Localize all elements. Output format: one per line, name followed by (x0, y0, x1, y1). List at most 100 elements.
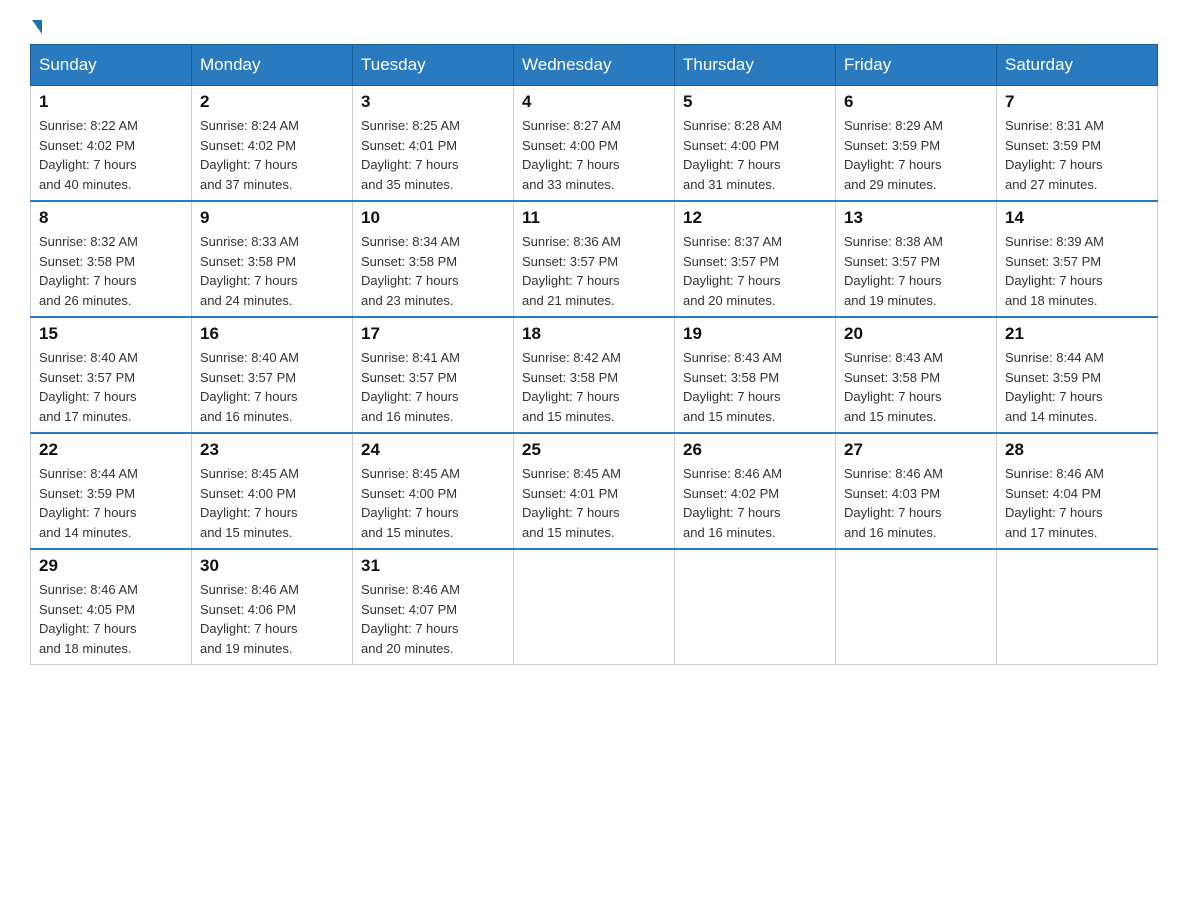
calendar-week-row: 1Sunrise: 8:22 AMSunset: 4:02 PMDaylight… (31, 86, 1158, 202)
day-number: 18 (522, 324, 666, 344)
calendar-cell: 8 Sunrise: 8:32 AMSunset: 3:58 PMDaylight… (31, 201, 192, 317)
day-number: 6 (844, 92, 988, 112)
day-info: Sunrise: 8:41 AMSunset: 3:57 PMDaylight:… (361, 348, 505, 426)
day-number: 16 (200, 324, 344, 344)
day-info: Sunrise: 8:36 AMSunset: 3:57 PMDaylight:… (522, 232, 666, 310)
calendar-cell: 29 Sunrise: 8:46 AMSunset: 4:05 PMDayligh… (31, 549, 192, 665)
calendar-cell: 3 Sunrise: 8:25 AMSunset: 4:01 PMDaylight… (353, 86, 514, 202)
day-number: 28 (1005, 440, 1149, 460)
day-info: Sunrise: 8:40 AMSunset: 3:57 PMDaylight:… (200, 348, 344, 426)
calendar-header-friday: Friday (836, 45, 997, 86)
day-info: Sunrise: 8:37 AMSunset: 3:57 PMDaylight:… (683, 232, 827, 310)
day-number: 10 (361, 208, 505, 228)
day-number: 5 (683, 92, 827, 112)
calendar-cell: 31Sunrise: 8:46 AMSunset: 4:07 PMDayligh… (353, 549, 514, 665)
calendar-cell: 20Sunrise: 8:43 AMSunset: 3:58 PMDayligh… (836, 317, 997, 433)
calendar-cell: 4 Sunrise: 8:27 AMSunset: 4:00 PMDaylight… (514, 86, 675, 202)
day-number: 12 (683, 208, 827, 228)
calendar-cell: 17 Sunrise: 8:41 AMSunset: 3:57 PMDayligh… (353, 317, 514, 433)
calendar-cell: 12 Sunrise: 8:37 AMSunset: 3:57 PMDayligh… (675, 201, 836, 317)
day-info: Sunrise: 8:32 AMSunset: 3:58 PMDaylight:… (39, 232, 183, 310)
day-number: 26 (683, 440, 827, 460)
calendar-cell (514, 549, 675, 665)
day-info: Sunrise: 8:46 AMSunset: 4:07 PMDaylight:… (361, 580, 505, 658)
day-info: Sunrise: 8:27 AMSunset: 4:00 PMDaylight:… (522, 116, 666, 194)
day-number: 4 (522, 92, 666, 112)
calendar-cell: 6 Sunrise: 8:29 AMSunset: 3:59 PMDaylight… (836, 86, 997, 202)
calendar-cell: 7 Sunrise: 8:31 AMSunset: 3:59 PMDaylight… (997, 86, 1158, 202)
day-info: Sunrise: 8:38 AMSunset: 3:57 PMDaylight:… (844, 232, 988, 310)
calendar-header-thursday: Thursday (675, 45, 836, 86)
calendar-cell: 1Sunrise: 8:22 AMSunset: 4:02 PMDaylight… (31, 86, 192, 202)
day-info: Sunrise: 8:42 AMSunset: 3:58 PMDaylight:… (522, 348, 666, 426)
day-number: 9 (200, 208, 344, 228)
calendar-week-row: 29 Sunrise: 8:46 AMSunset: 4:05 PMDayligh… (31, 549, 1158, 665)
day-info: Sunrise: 8:39 AMSunset: 3:57 PMDaylight:… (1005, 232, 1149, 310)
calendar-week-row: 22 Sunrise: 8:44 AMSunset: 3:59 PMDayligh… (31, 433, 1158, 549)
logo-arrow-icon (32, 20, 42, 34)
day-info: Sunrise: 8:28 AMSunset: 4:00 PMDaylight:… (683, 116, 827, 194)
day-info: Sunrise: 8:45 AMSunset: 4:00 PMDaylight:… (200, 464, 344, 542)
calendar-header-row: SundayMondayTuesdayWednesdayThursdayFrid… (31, 45, 1158, 86)
day-info: Sunrise: 8:34 AMSunset: 3:58 PMDaylight:… (361, 232, 505, 310)
calendar-cell: 16 Sunrise: 8:40 AMSunset: 3:57 PMDayligh… (192, 317, 353, 433)
day-number: 3 (361, 92, 505, 112)
calendar-header-saturday: Saturday (997, 45, 1158, 86)
day-number: 13 (844, 208, 988, 228)
day-info: Sunrise: 8:31 AMSunset: 3:59 PMDaylight:… (1005, 116, 1149, 194)
calendar-cell: 9 Sunrise: 8:33 AMSunset: 3:58 PMDaylight… (192, 201, 353, 317)
day-info: Sunrise: 8:46 AMSunset: 4:05 PMDaylight:… (39, 580, 183, 658)
calendar-cell: 30 Sunrise: 8:46 AMSunset: 4:06 PMDayligh… (192, 549, 353, 665)
day-number: 23 (200, 440, 344, 460)
calendar-cell: 26Sunrise: 8:46 AMSunset: 4:02 PMDayligh… (675, 433, 836, 549)
calendar-cell: 15Sunrise: 8:40 AMSunset: 3:57 PMDayligh… (31, 317, 192, 433)
calendar-cell: 18 Sunrise: 8:42 AMSunset: 3:58 PMDayligh… (514, 317, 675, 433)
day-info: Sunrise: 8:22 AMSunset: 4:02 PMDaylight:… (39, 116, 183, 194)
calendar-week-row: 8 Sunrise: 8:32 AMSunset: 3:58 PMDaylight… (31, 201, 1158, 317)
day-number: 2 (200, 92, 344, 112)
calendar-cell: 14 Sunrise: 8:39 AMSunset: 3:57 PMDayligh… (997, 201, 1158, 317)
calendar-header-sunday: Sunday (31, 45, 192, 86)
calendar-header-monday: Monday (192, 45, 353, 86)
calendar-cell: 27 Sunrise: 8:46 AMSunset: 4:03 PMDayligh… (836, 433, 997, 549)
calendar-week-row: 15 Sunrise: 8:40 AMSunset: 3:57 PMDayligh… (31, 317, 1158, 433)
calendar-cell (675, 549, 836, 665)
day-info: Sunrise: 8:46 AMSunset: 4:04 PMDaylight:… (1005, 464, 1149, 542)
day-info: Sunrise: 8:29 AMSunset: 3:59 PMDaylight:… (844, 116, 988, 194)
day-info: Sunrise: 8:33 AMSunset: 3:58 PMDaylight:… (200, 232, 344, 310)
calendar-cell (836, 549, 997, 665)
day-info: Sunrise: 8:25 AMSunset: 4:01 PMDaylight:… (361, 116, 505, 194)
page-header (30, 20, 1158, 34)
calendar-header-wednesday: Wednesday (514, 45, 675, 86)
day-info: Sunrise: 8:44 AMSunset: 3:59 PMDaylight:… (39, 464, 183, 542)
calendar-table: SundayMondayTuesdayWednesdayThursdayFrid… (30, 44, 1158, 665)
day-info: Sunrise: 8:46 AMSunset: 4:03 PMDaylight:… (844, 464, 988, 542)
day-number: 27 (844, 440, 988, 460)
day-number: 25 (522, 440, 666, 460)
calendar-cell: 5 Sunrise: 8:28 AMSunset: 4:00 PMDaylight… (675, 86, 836, 202)
calendar-cell: 11 Sunrise: 8:36 AMSunset: 3:57 PMDayligh… (514, 201, 675, 317)
day-number: 19 (683, 324, 827, 344)
day-number: 11 (522, 208, 666, 228)
day-number: 22 (39, 440, 183, 460)
calendar-cell: 24Sunrise: 8:45 AMSunset: 4:00 PMDayligh… (353, 433, 514, 549)
day-info: Sunrise: 8:43 AMSunset: 3:58 PMDaylight:… (683, 348, 827, 426)
calendar-cell: 25 Sunrise: 8:45 AMSunset: 4:01 PMDayligh… (514, 433, 675, 549)
day-number: 14 (1005, 208, 1149, 228)
logo (30, 20, 42, 34)
day-info: Sunrise: 8:46 AMSunset: 4:06 PMDaylight:… (200, 580, 344, 658)
day-number: 29 (39, 556, 183, 576)
calendar-header-tuesday: Tuesday (353, 45, 514, 86)
day-info: Sunrise: 8:45 AMSunset: 4:01 PMDaylight:… (522, 464, 666, 542)
day-number: 17 (361, 324, 505, 344)
day-number: 8 (39, 208, 183, 228)
calendar-cell: 19 Sunrise: 8:43 AMSunset: 3:58 PMDayligh… (675, 317, 836, 433)
day-number: 15 (39, 324, 183, 344)
day-info: Sunrise: 8:24 AMSunset: 4:02 PMDaylight:… (200, 116, 344, 194)
calendar-cell: 10 Sunrise: 8:34 AMSunset: 3:58 PMDayligh… (353, 201, 514, 317)
day-number: 30 (200, 556, 344, 576)
day-info: Sunrise: 8:44 AMSunset: 3:59 PMDaylight:… (1005, 348, 1149, 426)
day-number: 21 (1005, 324, 1149, 344)
calendar-cell (997, 549, 1158, 665)
day-number: 7 (1005, 92, 1149, 112)
